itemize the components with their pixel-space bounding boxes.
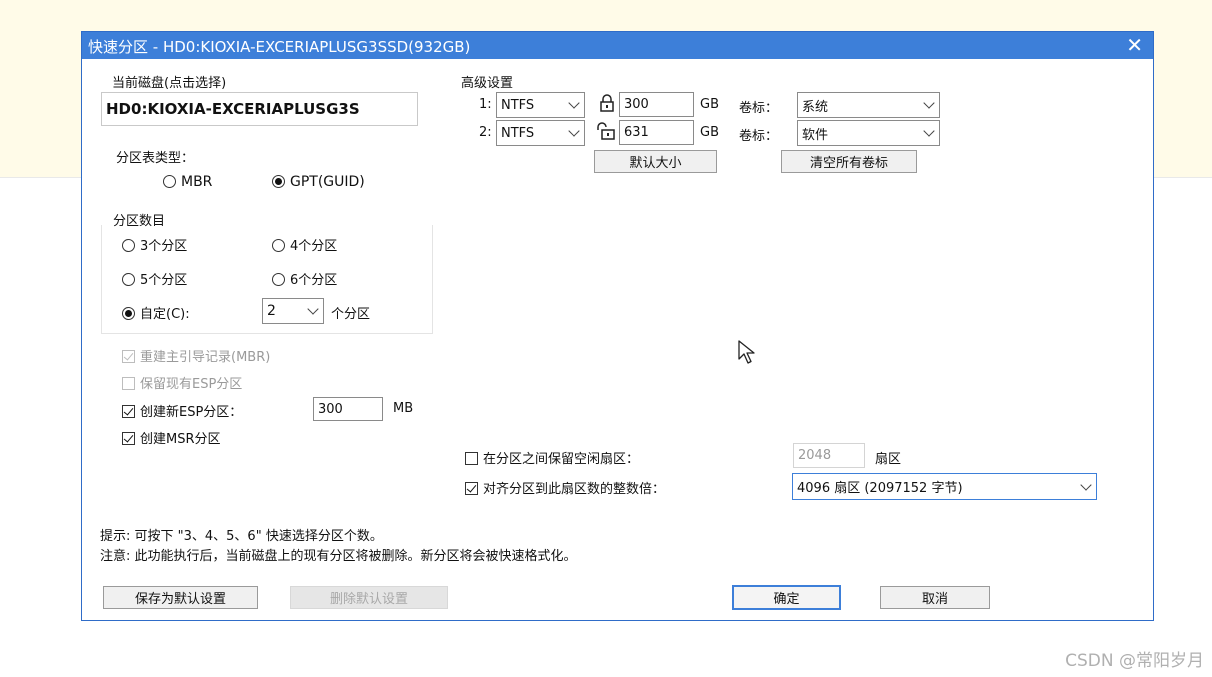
custom-count-value: 2 (267, 303, 276, 319)
radio-selected-icon (272, 175, 285, 188)
lock-icon[interactable] (599, 94, 615, 112)
window-title: 快速分区 - HD0:KIOXIA-EXCERIAPLUSG3SSD(932GB… (88, 38, 471, 56)
checkbox-create-msr[interactable]: 创建MSR分区 (122, 428, 221, 447)
radio-4-partitions[interactable]: 4个分区 (272, 235, 337, 254)
partition-table-label: 分区表类型： (116, 151, 195, 166)
title-bar[interactable]: 快速分区 - HD0:KIOXIA-EXCERIAPLUSG3SSD(932GB… (82, 32, 1153, 59)
partition-1-size-unit: GB (700, 97, 719, 112)
partition-1-volume-label-value: 系统 (802, 99, 829, 115)
ok-button[interactable]: 确定 (732, 585, 841, 610)
esp-size-input[interactable]: 300 (313, 397, 383, 421)
tip-text: 提示: 可按下 "3、4、5、6" 快速选择分区个数。 (100, 529, 383, 544)
watermark: CSDN @常阳岁月 (1065, 651, 1204, 671)
save-default-button[interactable]: 保存为默认设置 (103, 586, 258, 609)
radio-5-partitions[interactable]: 5个分区 (122, 269, 187, 288)
partition-2-size-input[interactable]: 631 (619, 120, 694, 145)
unlock-icon[interactable] (596, 122, 618, 140)
custom-count-suffix: 个分区 (331, 307, 371, 322)
group-border (432, 225, 433, 333)
partition-1-volume-label-select[interactable]: 系统 (797, 92, 940, 118)
partition-1-fs-value: NTFS (501, 97, 535, 113)
group-border (101, 225, 102, 333)
radio-icon (163, 175, 176, 188)
free-sectors-unit: 扇区 (875, 452, 902, 467)
checkbox-icon (122, 377, 135, 390)
checkbox-icon (465, 452, 478, 465)
checkbox-rebuild-mbr: 重建主引导记录(MBR) (122, 346, 270, 365)
radio-3-label: 3个分区 (140, 239, 188, 254)
partition-1-fs-select[interactable]: NTFS (496, 92, 585, 118)
partition-2-fs-select[interactable]: NTFS (496, 120, 585, 146)
radio-mbr[interactable]: MBR (163, 174, 212, 190)
quick-partition-dialog: 快速分区 - HD0:KIOXIA-EXCERIAPLUSG3SSD(932GB… (81, 31, 1154, 621)
checkbox-checked-icon (122, 432, 135, 445)
checkbox-checked-icon (122, 350, 135, 363)
radio-selected-icon (122, 307, 135, 320)
checkbox-keep-esp: 保留现有ESP分区 (122, 373, 242, 392)
partition-1-volume-label-text: 卷标： (739, 101, 779, 116)
radio-gpt[interactable]: GPT(GUID) (272, 174, 365, 190)
partition-2-size-unit: GB (700, 125, 719, 140)
checkbox-checked-icon (122, 405, 135, 418)
radio-mbr-label: MBR (181, 174, 213, 190)
partition-2-volume-label-text: 卷标： (739, 129, 779, 144)
radio-5-label: 5个分区 (140, 273, 188, 288)
group-border (101, 333, 433, 334)
checkbox-checked-icon (465, 482, 478, 495)
radio-3-partitions[interactable]: 3个分区 (122, 235, 187, 254)
chevron-down-icon (1080, 478, 1092, 491)
partition-2-volume-label-value: 软件 (802, 127, 829, 143)
close-icon[interactable]: ✕ (1126, 33, 1143, 57)
checkbox-create-esp[interactable]: 创建新ESP分区： (122, 401, 242, 420)
checkbox-free-sectors[interactable]: 在分区之间保留空闲扇区： (465, 448, 639, 467)
partition-1-index: 1: (479, 97, 492, 112)
partition-2-volume-label-select[interactable]: 软件 (797, 120, 940, 146)
keep-esp-label: 保留现有ESP分区 (140, 377, 243, 392)
free-sectors-label: 在分区之间保留空闲扇区： (483, 452, 640, 467)
esp-size-unit: MB (393, 401, 414, 416)
radio-icon (122, 239, 135, 252)
radio-gpt-label: GPT(GUID) (290, 174, 365, 190)
align-label: 对齐分区到此扇区数的整数倍： (483, 482, 666, 497)
radio-6-label: 6个分区 (290, 273, 338, 288)
free-sectors-input[interactable]: 2048 (793, 443, 865, 468)
chevron-down-icon (307, 303, 319, 315)
align-sector-value: 4096 扇区 (2097152 字节) (797, 481, 963, 496)
partition-2-fs-value: NTFS (501, 125, 535, 141)
current-disk-selector[interactable]: HD0:KIOXIA-EXCERIAPLUSG3S (101, 92, 418, 126)
custom-count-select[interactable]: 2 (262, 298, 324, 324)
radio-icon (272, 239, 285, 252)
create-esp-label: 创建新ESP分区： (140, 405, 243, 420)
radio-custom[interactable]: 自定(C): (122, 303, 190, 322)
current-disk-label: 当前磁盘(点击选择) (112, 76, 227, 91)
clear-volume-labels-button[interactable]: 清空所有卷标 (781, 150, 917, 173)
mouse-cursor-icon (738, 340, 755, 364)
radio-icon (272, 273, 285, 286)
advanced-settings-label: 高级设置 (461, 76, 514, 91)
radio-icon (122, 273, 135, 286)
partition-1-size-input[interactable]: 300 (619, 92, 694, 117)
cancel-button[interactable]: 取消 (880, 586, 990, 609)
delete-default-button: 删除默认设置 (290, 586, 448, 609)
radio-custom-label: 自定(C): (140, 307, 190, 322)
chevron-down-icon (568, 125, 580, 137)
default-size-button[interactable]: 默认大小 (594, 150, 717, 173)
radio-4-label: 4个分区 (290, 239, 338, 254)
warning-text: 注意: 此功能执行后，当前磁盘上的现有分区将被删除。新分区将会被快速格式化。 (100, 549, 577, 564)
chevron-down-icon (568, 97, 580, 109)
partition-count-label: 分区数目 (113, 214, 166, 229)
chevron-down-icon (923, 97, 935, 109)
create-msr-label: 创建MSR分区 (140, 432, 221, 447)
radio-6-partitions[interactable]: 6个分区 (272, 269, 337, 288)
rebuild-mbr-label: 重建主引导记录(MBR) (140, 350, 271, 365)
chevron-down-icon (923, 125, 935, 137)
align-sector-select[interactable]: 4096 扇区 (2097152 字节) (792, 473, 1097, 500)
checkbox-align[interactable]: 对齐分区到此扇区数的整数倍： (465, 478, 665, 497)
partition-2-index: 2: (479, 125, 492, 140)
